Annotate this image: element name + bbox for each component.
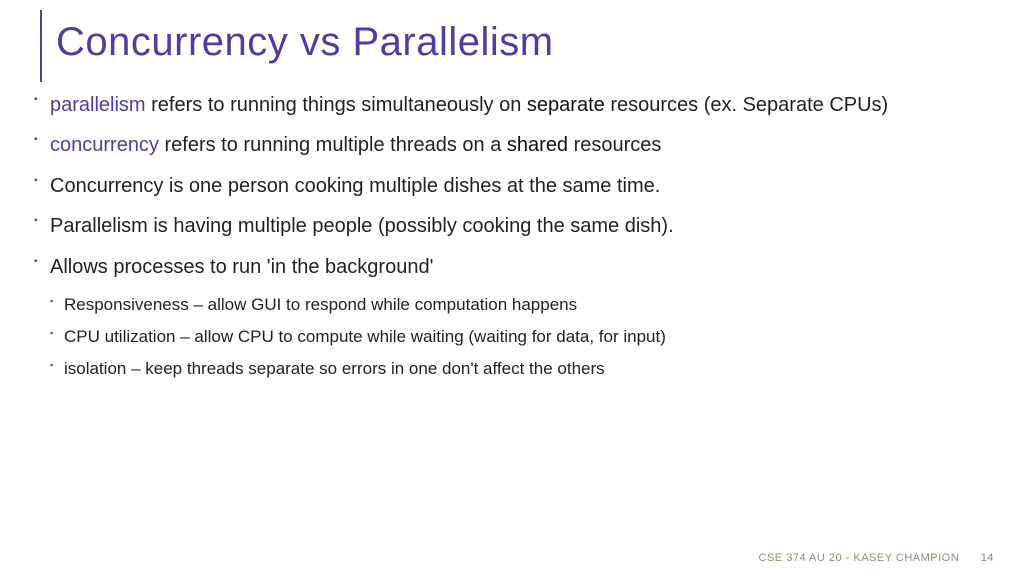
subbullet-3: isolation – keep threads separate so err… (40, 357, 994, 381)
bullet-1-text-b: resources (ex. Separate CPUs) (605, 94, 888, 116)
bullet-1: parallelism refers to running things sim… (40, 91, 994, 119)
slide: Concurrency vs Parallelism parallelism r… (0, 0, 1024, 576)
bullet-3: Concurrency is one person cooking multip… (40, 172, 994, 200)
subbullet-1: Responsiveness – allow GUI to respond wh… (40, 293, 994, 317)
bullet-4: Parallelism is having multiple people (p… (40, 212, 994, 240)
bullet-2-text-a: refers to running multiple threads on a (159, 134, 507, 156)
bullet-2: concurrency refers to running multiple t… (40, 131, 994, 159)
bullet-2-bold: shared (507, 134, 568, 156)
subbullet-2: CPU utilization – allow CPU to compute w… (40, 325, 994, 349)
slide-content: parallelism refers to running things sim… (40, 91, 994, 381)
slide-footer: CSE 374 AU 20 - KASEY CHAMPION 14 (759, 552, 994, 564)
keyword-parallelism: parallelism (50, 94, 146, 116)
bullet-1-text-a: refers to running things simultaneously … (146, 94, 527, 116)
bullet-5: Allows processes to run 'in the backgrou… (40, 253, 994, 281)
footer-course: CSE 374 AU 20 - KASEY CHAMPION (759, 552, 960, 564)
footer-page-number: 14 (981, 552, 994, 564)
slide-title: Concurrency vs Parallelism (56, 20, 994, 65)
bullet-1-bold: separate (527, 94, 605, 116)
title-rule (40, 10, 42, 82)
bullet-2-text-b: resources (568, 134, 661, 156)
keyword-concurrency: concurrency (50, 134, 159, 156)
